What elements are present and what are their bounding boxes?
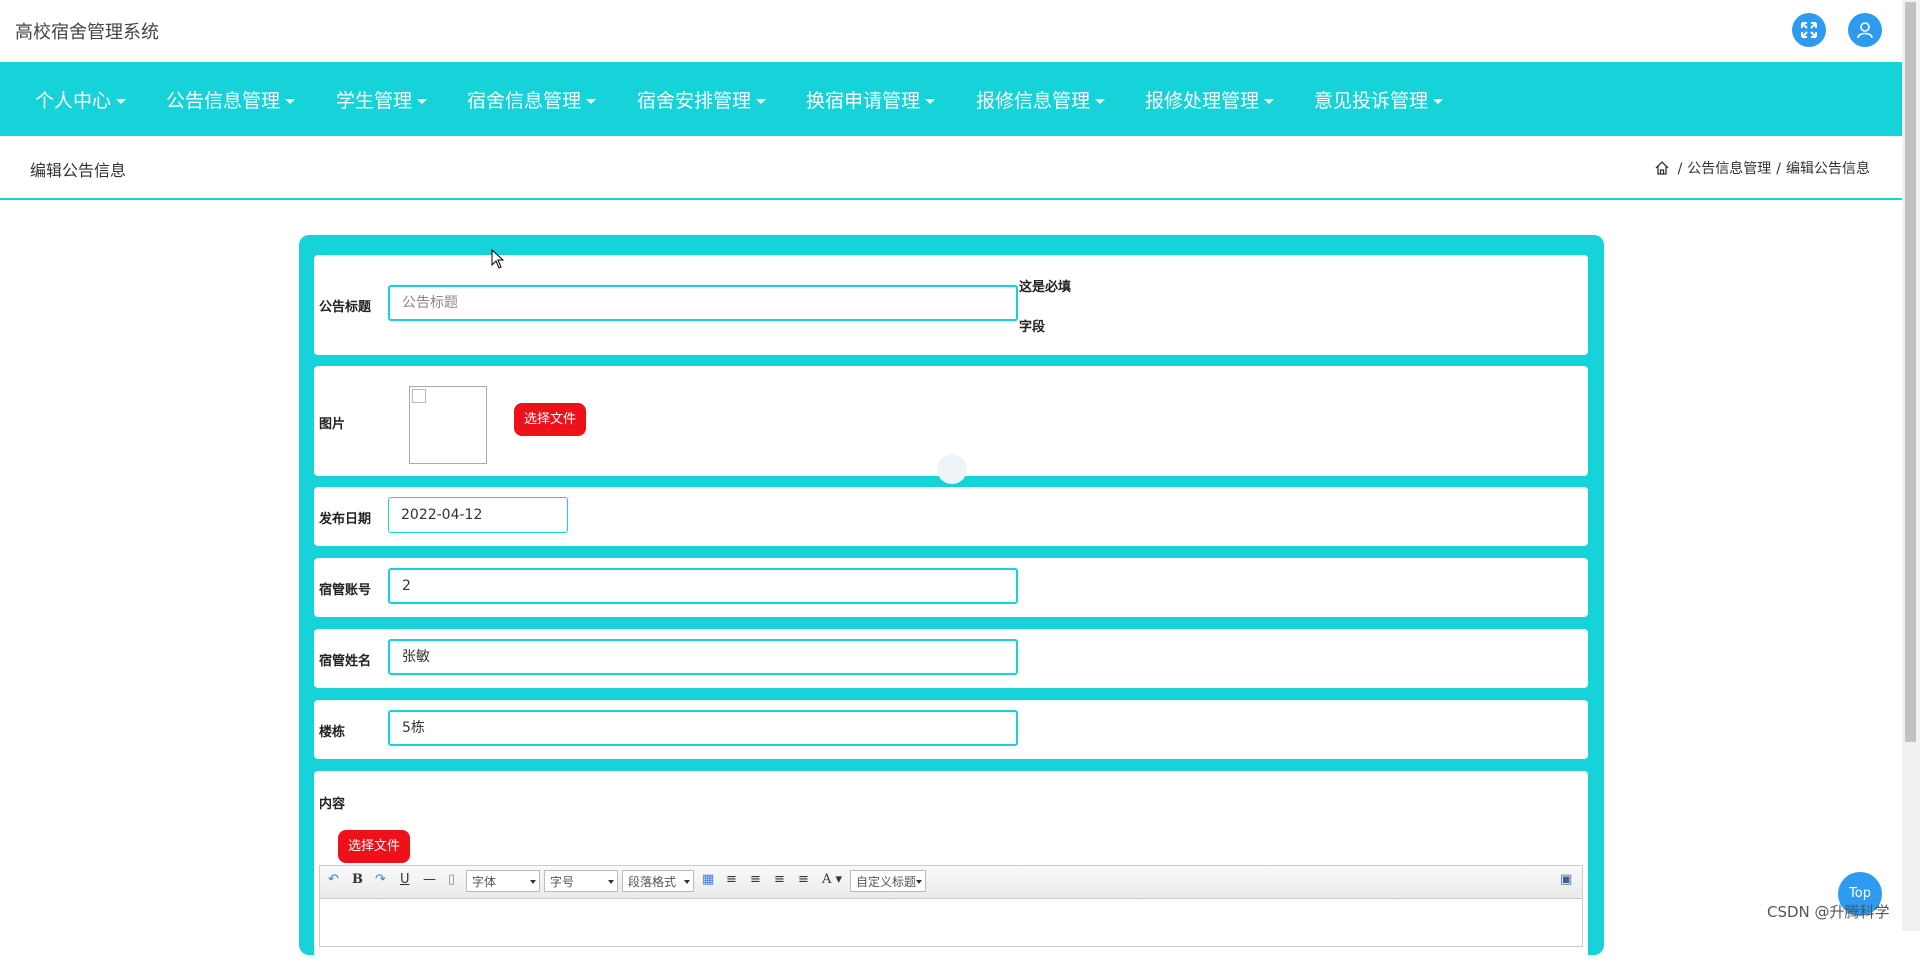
title-label: 公告标题 <box>319 300 372 315</box>
breadcrumb-item[interactable]: 公告信息管理 <box>1687 161 1771 177</box>
nav-item-announcement[interactable]: 公告信息管理 <box>166 86 296 113</box>
table-icon[interactable]: ▦ <box>702 872 714 887</box>
breadcrumb-bar: 编辑公告信息 / 公告信息管理 / 编辑公告信息 <box>0 136 1902 200</box>
date-input[interactable]: 2022-04-12 <box>388 497 568 533</box>
broken-image-icon <box>412 389 426 403</box>
form-row-name: 宿管姓名 张敏 <box>314 629 1588 688</box>
editor-toolbar: ↶ B ↷ U — ▯ 字体 字号 段落格式 ▦ ≡ ≡ ≡ ≡ A ▾ 自定义… <box>320 866 1582 899</box>
watermark: CSDN @升腾科学 <box>1767 903 1890 921</box>
breadcrumb: / 公告信息管理 / 编辑公告信息 <box>1655 158 1870 179</box>
image-label: 图片 <box>319 417 346 432</box>
nav-item-personal-center[interactable]: 个人中心 <box>35 86 127 113</box>
align-right-icon[interactable]: ≡ <box>750 872 761 887</box>
chevron-down-icon <box>1095 99 1106 104</box>
name-label: 宿管姓名 <box>319 654 372 669</box>
date-label: 发布日期 <box>319 512 372 527</box>
breadcrumb-item-current: 编辑公告信息 <box>1786 161 1870 177</box>
nav-item-students[interactable]: 学生管理 <box>336 86 428 113</box>
account-input[interactable]: 2 <box>388 568 1018 604</box>
nav-item-dorm-info[interactable]: 宿舍信息管理 <box>467 86 597 113</box>
form-row-content: 内容 选择文件 ↶ B ↷ U — ▯ 字体 字号 段落格式 ▦ ≡ ≡ ≡ ≡… <box>314 771 1588 971</box>
chevron-down-icon <box>925 99 936 104</box>
nav-item-dorm-change[interactable]: 换宿申请管理 <box>806 86 936 113</box>
fullscreen-editor-icon[interactable]: ▣ <box>1560 872 1572 887</box>
undo-icon[interactable]: ↶ <box>328 872 339 887</box>
app-title: 高校宿舍管理系统 <box>15 22 159 43</box>
fullscreen-icon[interactable] <box>1792 13 1826 47</box>
scrollbar-thumb[interactable] <box>1905 2 1916 742</box>
content-label: 内容 <box>319 797 346 812</box>
building-input[interactable]: 5栋 <box>388 710 1018 746</box>
chevron-down-icon <box>1433 99 1444 104</box>
mouse-cursor-icon <box>491 249 505 269</box>
building-label: 楼栋 <box>319 725 346 740</box>
chevron-down-icon <box>756 99 767 104</box>
nav-item-repair-handling[interactable]: 报修处理管理 <box>1145 86 1275 113</box>
paste-icon[interactable]: ▯ <box>448 872 455 887</box>
image-preview <box>409 386 487 464</box>
edit-form: 公告标题 这是必填 字段 图片 选择文件 发布日期 2022-04-12 宿管账… <box>299 235 1604 971</box>
font-select[interactable]: 字体 <box>466 870 540 892</box>
main-nav: 个人中心 公告信息管理 学生管理 宿舍信息管理 宿舍安排管理 换宿申请管理 报修… <box>0 62 1902 136</box>
align-justify-icon[interactable]: ≡ <box>798 872 809 887</box>
nav-item-dorm-arrangement[interactable]: 宿舍安排管理 <box>637 86 767 113</box>
redo-icon[interactable]: ↷ <box>375 872 386 887</box>
font-color-button[interactable]: A ▾ <box>822 872 842 887</box>
bold-button[interactable]: B <box>352 872 363 887</box>
top-bar: 高校宿舍管理系统 <box>0 0 1902 62</box>
align-left-icon[interactable]: ≡ <box>726 872 737 887</box>
rich-text-editor: ↶ B ↷ U — ▯ 字体 字号 段落格式 ▦ ≡ ≡ ≡ ≡ A ▾ 自定义… <box>319 865 1583 947</box>
horizontal-rule-icon[interactable]: — <box>423 872 436 887</box>
required-hint-2: 字段 <box>1019 320 1046 335</box>
required-hint: 这是必填 <box>1019 280 1072 295</box>
chevron-down-icon <box>417 99 428 104</box>
form-row-date: 发布日期 2022-04-12 <box>314 487 1588 546</box>
nav-item-repair-info[interactable]: 报修信息管理 <box>976 86 1106 113</box>
font-size-select[interactable]: 字号 <box>544 870 618 892</box>
user-icon[interactable] <box>1848 13 1882 47</box>
form-row-building: 楼栋 5栋 <box>314 700 1588 759</box>
title-input[interactable] <box>388 285 1018 321</box>
chevron-down-icon <box>285 99 296 104</box>
underline-button[interactable]: U <box>400 872 410 887</box>
page-title: 编辑公告信息 <box>30 161 127 180</box>
account-label: 宿管账号 <box>319 583 372 598</box>
paragraph-format-select[interactable]: 段落格式 <box>622 870 694 892</box>
form-row-account: 宿管账号 2 <box>314 558 1588 617</box>
form-row-title: 公告标题 这是必填 字段 <box>314 255 1588 355</box>
home-icon[interactable] <box>1655 161 1669 179</box>
content-choose-file-button[interactable]: 选择文件 <box>338 830 411 863</box>
chevron-down-icon <box>116 99 127 104</box>
custom-title-select[interactable]: 自定义标题 <box>850 870 926 892</box>
choose-file-button[interactable]: 选择文件 <box>514 403 587 436</box>
nav-item-complaints[interactable]: 意见投诉管理 <box>1314 86 1444 113</box>
chevron-down-icon <box>1264 99 1275 104</box>
name-input[interactable]: 张敏 <box>388 639 1018 675</box>
chevron-down-icon <box>586 99 597 104</box>
align-center-icon[interactable]: ≡ <box>774 872 785 887</box>
loading-indicator <box>937 454 967 484</box>
